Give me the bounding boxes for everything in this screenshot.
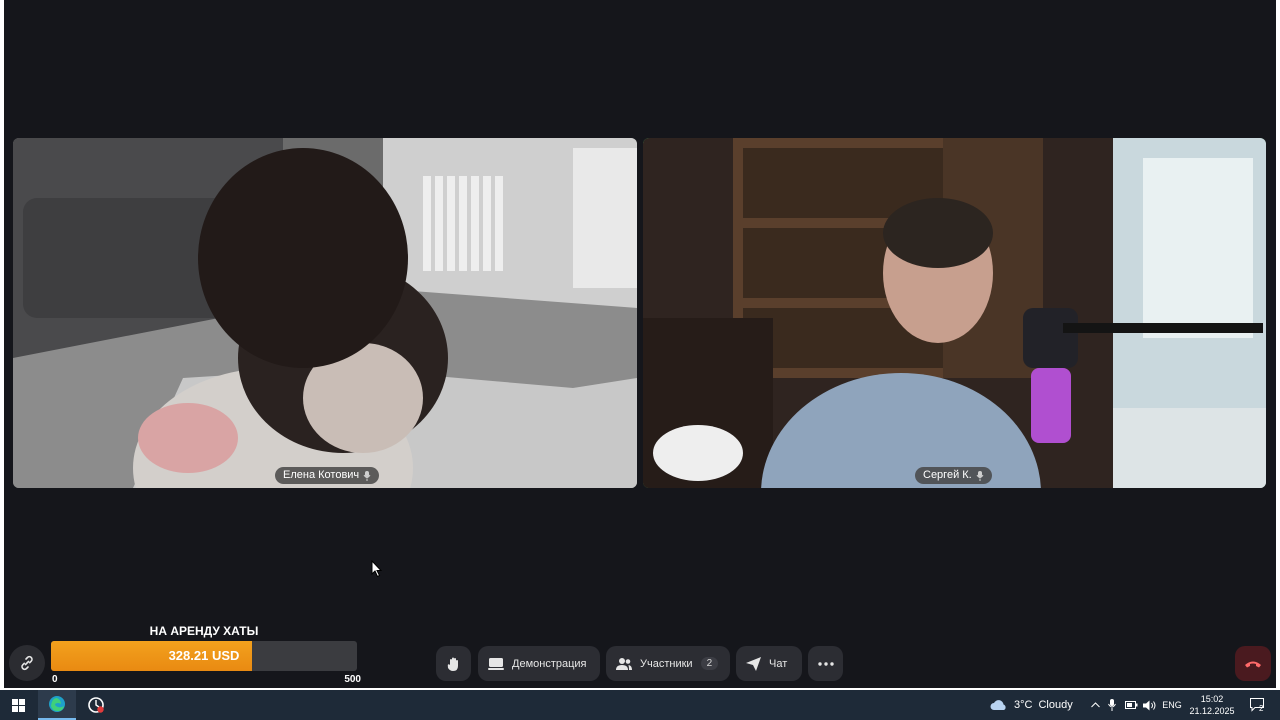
donation-max: 500 — [344, 674, 361, 685]
windows-taskbar: 3°C Cloudy ENG 15:02 21.12.2025 2 — [0, 690, 1280, 720]
participants-count-badge: 2 — [700, 657, 719, 670]
record-app-icon — [88, 697, 104, 713]
screen-share-label: Демонстрация — [512, 657, 587, 670]
participants-button[interactable]: Участники 2 — [606, 646, 730, 681]
notification-count: 2 — [1259, 704, 1264, 713]
weather-widget[interactable]: 3°C Cloudy — [990, 690, 1073, 720]
weather-desc: Cloudy — [1038, 699, 1073, 711]
video-call-window: Елена Котович Сергей К. НА АРЕНДУ ХАТЫ 3… — [4, 0, 1276, 688]
donation-min: 0 — [52, 674, 58, 685]
chevron-up-icon — [1090, 702, 1100, 708]
copy-link-button[interactable] — [9, 645, 45, 681]
participant-name: Елена Котович — [283, 469, 360, 481]
taskbar-edge-app[interactable] — [38, 690, 76, 720]
more-icon — [817, 661, 834, 666]
people-icon — [616, 657, 632, 670]
mic-icon — [976, 470, 984, 481]
participant-video — [643, 138, 1266, 488]
windows-logo-icon — [11, 698, 25, 712]
send-icon — [746, 656, 761, 671]
taskbar-clock[interactable]: 15:02 21.12.2025 — [1186, 690, 1238, 720]
link-icon — [21, 655, 33, 671]
participants-label: Участники — [640, 657, 693, 670]
more-options-button[interactable] — [808, 646, 843, 681]
participant-name-tag: Елена Котович — [275, 467, 380, 484]
taskbar-record-app[interactable] — [78, 690, 114, 720]
participant-name: Сергей К. — [923, 469, 972, 481]
donation-progress-bar: 328.21 USD — [51, 641, 357, 671]
donation-title: НА АРЕНДУ ХАТЫ — [149, 624, 259, 638]
screen-share-icon — [488, 657, 504, 670]
edge-browser-icon — [49, 696, 65, 712]
microphone-icon — [1108, 699, 1116, 711]
chat-button[interactable]: Чат — [736, 646, 802, 681]
clock-date: 21.12.2025 — [1189, 706, 1235, 716]
participant-tile-active-speaker[interactable]: Сергей К. — [643, 138, 1266, 488]
chat-label: Чат — [769, 657, 788, 670]
speaker-icon — [1142, 700, 1155, 710]
volume-tray[interactable] — [1141, 690, 1157, 720]
participant-video — [13, 138, 637, 488]
raise-hand-button[interactable] — [436, 646, 471, 681]
screen-share-button[interactable]: Демонстрация — [478, 646, 600, 681]
weather-temp: 3°C — [1014, 699, 1033, 711]
participant-tile[interactable]: Елена Котович — [13, 138, 637, 488]
battery-tray[interactable] — [1123, 690, 1139, 720]
participant-name-tag: Сергей К. — [915, 467, 992, 484]
donation-goal-widget: НА АРЕНДУ ХАТЫ 328.21 USD 0 500 — [51, 622, 361, 685]
donation-amount: 328.21 USD — [168, 648, 240, 663]
battery-icon — [1124, 701, 1137, 709]
notification-center-button[interactable]: 2 — [1244, 690, 1270, 720]
language-indicator[interactable]: ENG — [1160, 690, 1184, 720]
microphone-tray[interactable] — [1105, 690, 1119, 720]
start-button[interactable] — [0, 690, 36, 720]
mouse-cursor-icon — [371, 560, 383, 578]
phone-hangup-icon — [1245, 661, 1261, 667]
cloud-icon — [990, 700, 1006, 710]
clock-time: 15:02 — [1200, 694, 1224, 704]
end-call-button[interactable] — [1235, 646, 1271, 681]
show-hidden-icons-button[interactable] — [1088, 690, 1102, 720]
mic-icon — [363, 470, 371, 481]
hand-icon — [447, 657, 458, 671]
